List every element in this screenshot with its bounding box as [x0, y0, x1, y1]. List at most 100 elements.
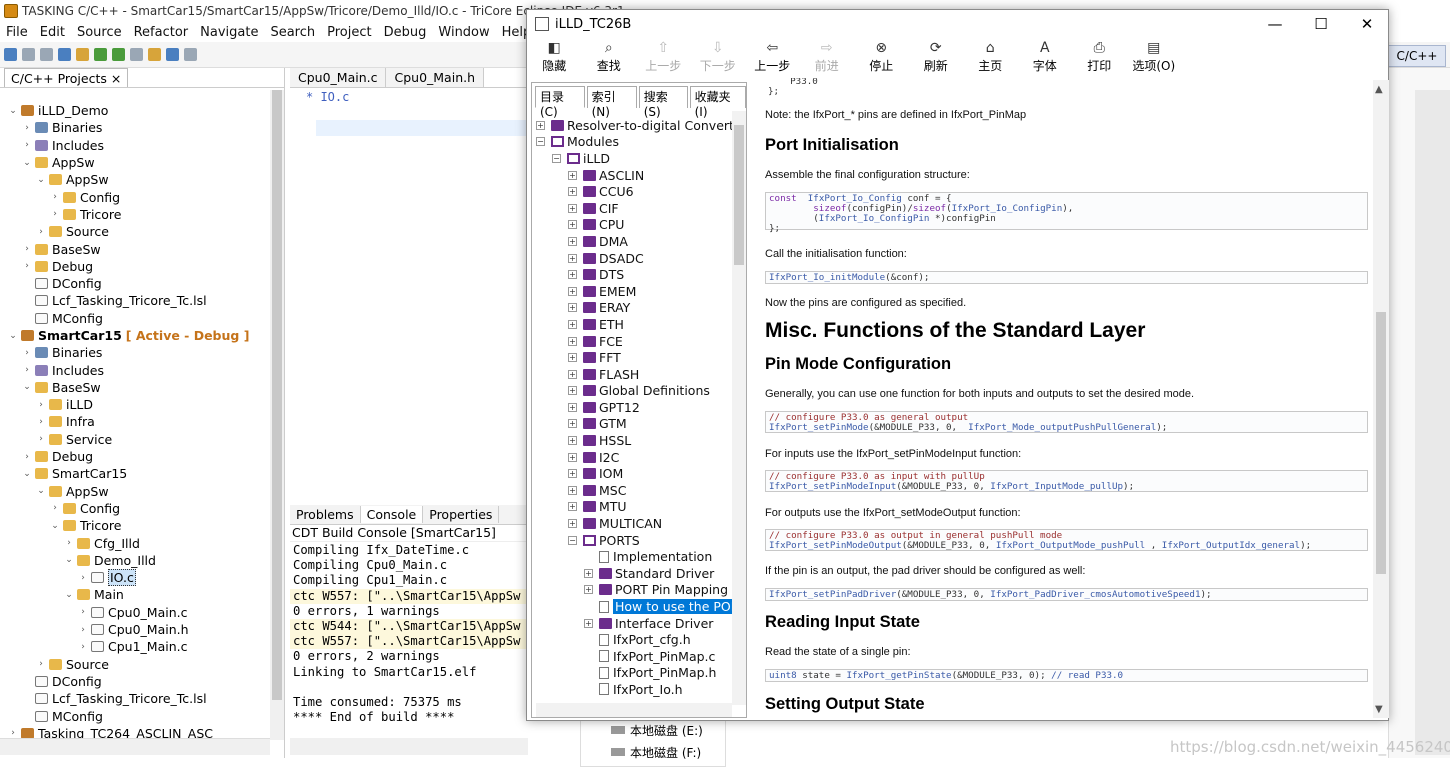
help-tree-item[interactable]: + FFT [536, 349, 732, 366]
menu-window[interactable]: Window [432, 25, 495, 40]
help-tree-item[interactable]: + DSADC [536, 250, 732, 267]
project-tree-item[interactable]: MConfig [0, 310, 270, 327]
help-tree-item[interactable]: + GPT12 [536, 399, 732, 416]
project-tree-item[interactable]: ⌄ AppSw [0, 171, 270, 188]
help-tree-item[interactable]: IfxPort_Io.c [536, 698, 732, 700]
expand-toggle-icon[interactable]: ⌄ [22, 158, 32, 168]
expand-toggle-icon[interactable]: › [22, 123, 32, 133]
annotation-icon[interactable] [184, 48, 197, 61]
expand-toggle-icon[interactable]: › [78, 625, 88, 635]
project-tree-item[interactable]: › Cfg_Illd [0, 534, 270, 551]
project-tree-item[interactable]: › Infra [0, 413, 270, 430]
help-nav-tab[interactable]: 收藏夹(I) [689, 86, 746, 119]
help-toolbar-button[interactable]: ◧ 隐藏 [527, 38, 582, 78]
project-tree-item[interactable]: ⌄ iLLD_Demo [0, 102, 270, 119]
expand-toggle-icon[interactable]: + [568, 286, 577, 296]
help-nav-tab[interactable]: 搜索(S) [638, 86, 688, 119]
help-toolbar-button[interactable]: ⎙ 打印 [1072, 38, 1127, 78]
expand-toggle-icon[interactable]: + [568, 170, 577, 180]
expand-toggle-icon[interactable]: › [36, 434, 46, 444]
close-icon[interactable]: × [111, 71, 121, 86]
expand-toggle-icon[interactable]: + [568, 270, 577, 280]
expand-toggle-icon[interactable]: › [22, 452, 32, 462]
expand-toggle-icon[interactable]: › [22, 261, 32, 271]
expand-toggle-icon[interactable]: ⌄ [36, 175, 46, 185]
expand-toggle-icon[interactable]: + [568, 203, 577, 213]
project-tree-item[interactable]: ⌄ Demo_Illd [0, 552, 270, 569]
project-tree-item[interactable]: › Includes [0, 137, 270, 154]
menu-search[interactable]: Search [264, 25, 321, 40]
external-tools-icon[interactable] [130, 48, 143, 61]
project-tree-item[interactable]: › Cpu1_Main.c [0, 638, 270, 655]
project-tree-item[interactable]: ⌄ SmartCar15[ Active - Debug ] [0, 327, 270, 344]
help-tree-item[interactable]: + Resolver-to-digital Converter [536, 117, 732, 134]
scroll-up-icon[interactable]: ▲ [1375, 84, 1383, 95]
help-toolbar-button[interactable]: ⟳ 刷新 [909, 38, 964, 78]
expand-toggle-icon[interactable]: + [568, 469, 577, 479]
expand-toggle-icon[interactable]: + [568, 386, 577, 396]
menu-source[interactable]: Source [71, 25, 128, 40]
help-tree-item[interactable]: IfxPort_Io.h [536, 681, 732, 698]
help-tree-item[interactable]: How to use the PORT [536, 598, 732, 615]
save-all-icon[interactable] [40, 48, 53, 61]
tab-properties[interactable]: Properties [423, 506, 500, 523]
expand-toggle-icon[interactable]: › [36, 400, 46, 410]
help-tree-item[interactable]: IfxPort_PinMap.c [536, 648, 732, 665]
console-output[interactable]: Compiling Ifx_DateTime.c Compiling Cpu0_M… [290, 543, 528, 738]
project-tree-item[interactable]: › Source [0, 223, 270, 240]
perspective-c-button[interactable]: C/C++ [1388, 45, 1446, 67]
help-tree-item[interactable]: + DMA [536, 233, 732, 250]
expand-toggle-icon[interactable]: ⌄ [8, 106, 18, 116]
expand-toggle-icon[interactable]: ⌄ [50, 521, 60, 531]
expand-toggle-icon[interactable]: › [8, 728, 18, 738]
minimize-icon[interactable]: — [1252, 10, 1298, 38]
project-tree-item[interactable]: › iLLD [0, 396, 270, 413]
expand-toggle-icon[interactable]: + [568, 485, 577, 495]
project-scrollbar[interactable] [270, 90, 284, 740]
help-tree-item[interactable]: + Standard Driver [536, 565, 732, 582]
help-tree-item[interactable]: + IOM [536, 465, 732, 482]
menu-debug[interactable]: Debug [378, 25, 433, 40]
help-tree-item[interactable]: + FCE [536, 333, 732, 350]
expand-toggle-icon[interactable]: + [568, 452, 577, 462]
project-tree-item[interactable]: MConfig [0, 707, 270, 724]
expand-toggle-icon[interactable]: › [36, 227, 46, 237]
help-tree-item[interactable]: + ASCLIN [536, 167, 732, 184]
help-tree-item[interactable]: − iLLD [536, 150, 732, 167]
help-toolbar-button[interactable]: ⌕ 查找 [582, 38, 637, 78]
expand-toggle-icon[interactable]: + [568, 519, 577, 529]
expand-toggle-icon[interactable]: › [36, 417, 46, 427]
project-tree-item[interactable]: ⌄ AppSw [0, 483, 270, 500]
project-tree-item[interactable]: › Binaries [0, 119, 270, 136]
expand-toggle-icon[interactable]: ⌄ [22, 382, 32, 392]
help-toolbar-button[interactable]: ⇨ 前进 [800, 38, 855, 78]
expand-toggle-icon[interactable]: + [568, 369, 577, 379]
help-tree-item[interactable]: + DTS [536, 266, 732, 283]
help-tree-item[interactable]: + Interface Driver [536, 615, 732, 632]
project-tree-item[interactable]: › Cpu0_Main.c [0, 604, 270, 621]
project-tree-item[interactable]: ⌄ AppSw [0, 154, 270, 171]
expand-toggle-icon[interactable]: ⌄ [22, 469, 32, 479]
expand-toggle-icon[interactable]: › [64, 538, 74, 548]
help-content-scrollbar[interactable]: ▲ ▼ [1373, 80, 1389, 718]
help-tree-item[interactable]: + ERAY [536, 300, 732, 317]
help-tree-item[interactable]: + CCU6 [536, 183, 732, 200]
expand-toggle-icon[interactable]: › [78, 607, 88, 617]
new-icon[interactable] [4, 48, 17, 61]
project-tree-item[interactable]: › Source [0, 656, 270, 673]
expand-toggle-icon[interactable]: + [568, 419, 577, 429]
expand-toggle-icon[interactable]: + [536, 120, 545, 130]
help-tree-item[interactable]: + ETH [536, 316, 732, 333]
tab-console[interactable]: Console [360, 506, 424, 523]
expand-toggle-icon[interactable]: › [50, 503, 60, 513]
project-tree-item[interactable]: › Binaries [0, 344, 270, 361]
expand-toggle-icon[interactable]: + [568, 319, 577, 329]
project-tree-item[interactable]: ⌄ Main [0, 586, 270, 603]
expand-toggle-icon[interactable]: › [22, 244, 32, 254]
project-tree-item[interactable]: ⌄ SmartCar15 [0, 465, 270, 482]
project-tree-item[interactable]: › BaseSw [0, 240, 270, 257]
help-tree-item[interactable]: + CIF [536, 200, 732, 217]
menu-file[interactable]: File [0, 25, 34, 40]
expand-toggle-icon[interactable]: › [78, 642, 88, 652]
help-toolbar-button[interactable]: ▤ 选项(O) [1127, 38, 1182, 78]
